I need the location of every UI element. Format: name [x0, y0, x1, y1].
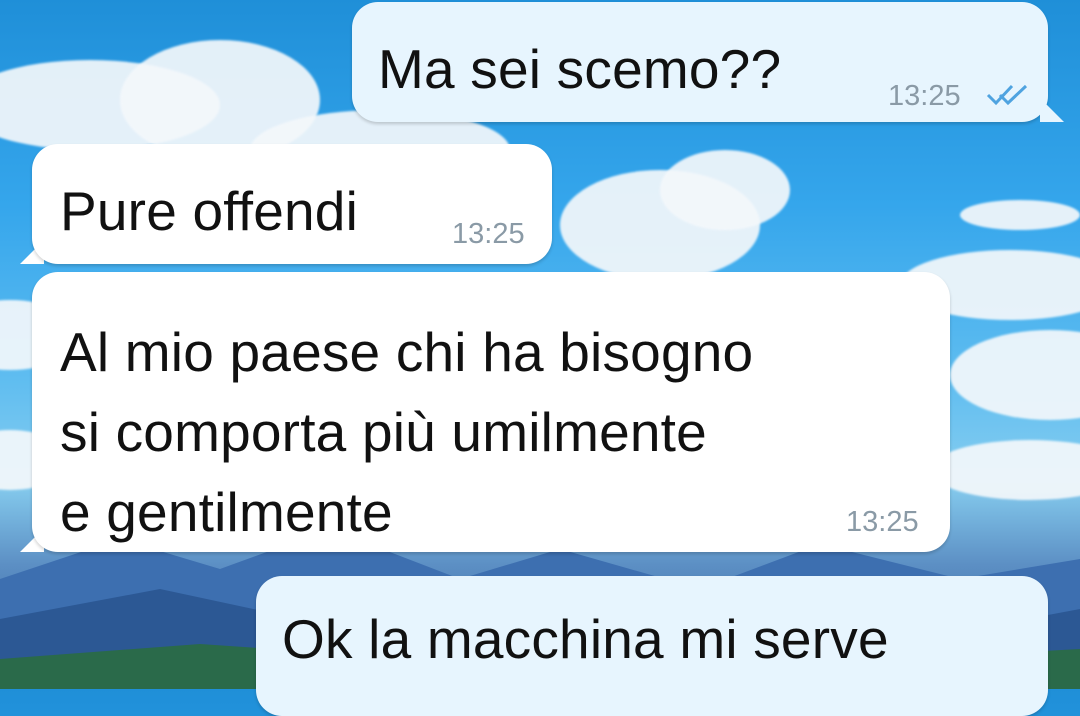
wallpaper-cloud — [930, 440, 1080, 500]
bubble-tail — [1040, 98, 1064, 122]
message-timestamp: 13:25 — [452, 218, 525, 250]
wallpaper-cloud — [660, 150, 790, 230]
message-bubble-outgoing[interactable]: Ma sei scemo?? 13:25 — [352, 2, 1048, 122]
message-text: Pure offendi — [60, 180, 358, 242]
message-bubble-outgoing[interactable]: Ok la macchina mi serve — [256, 576, 1048, 716]
message-bubble-incoming[interactable]: Al mio paese chi ha bisogno si comporta … — [32, 272, 950, 552]
message-text: Ok la macchina mi serve — [282, 608, 889, 670]
message-timestamp: 13:25 — [888, 80, 961, 112]
wallpaper-cloud — [960, 200, 1080, 230]
message-timestamp: 13:25 — [846, 506, 919, 538]
message-text: Al mio paese chi ha bisogno si comporta … — [60, 321, 754, 543]
message-text: Ma sei scemo?? — [378, 38, 782, 100]
message-bubble-incoming[interactable]: Pure offendi 13:25 — [32, 144, 552, 264]
double-check-read-icon — [986, 84, 1028, 106]
wallpaper-cloud — [950, 330, 1080, 420]
